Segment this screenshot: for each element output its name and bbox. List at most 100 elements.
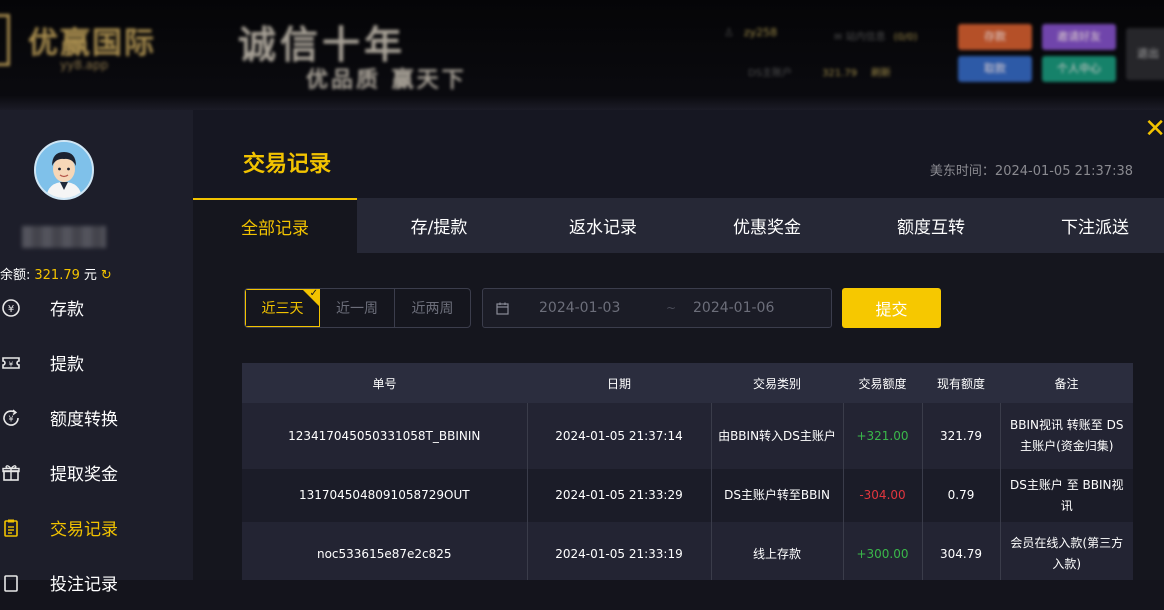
end-date-field[interactable]: 2024-01-06 xyxy=(693,300,803,316)
sidebar-item-label: 投注记录 xyxy=(50,575,118,595)
header-balance-label: DS主账户 xyxy=(748,68,793,79)
cell-balance: 0.79 xyxy=(922,469,1001,522)
ticket-icon: ¥ xyxy=(0,352,22,374)
bet-icon xyxy=(0,572,22,594)
col-date: 日期 xyxy=(527,363,711,403)
messages-label: 站内信息 xyxy=(845,32,886,43)
col-amount: 交易额度 xyxy=(843,363,922,403)
sidebar-item-bets[interactable]: 投注记录 xyxy=(0,555,193,610)
tab-rebate[interactable]: 返水记录 xyxy=(521,198,685,253)
header-balance: DS主账户 321.79 刷新 xyxy=(748,64,891,79)
messages-count: (0/0) xyxy=(893,32,918,43)
start-date-field[interactable]: 2024-01-03 xyxy=(539,300,649,316)
close-icon[interactable]: ✕ xyxy=(1144,116,1164,142)
range-3-days[interactable]: 近三天 ✓ xyxy=(245,289,320,327)
table-row: 123417045050331058T_BBININ 2024-01-05 21… xyxy=(242,403,1133,469)
cell-note: DS主账户 至 BBIN视讯 xyxy=(1000,469,1133,522)
header-refresh-link[interactable]: 刷新 xyxy=(871,68,891,79)
date-separator: ~ xyxy=(665,301,677,315)
site-logo-sub: yy8.app xyxy=(60,58,109,72)
header-messages[interactable]: ✉ 站内信息 (0/0) xyxy=(834,28,917,43)
calendar-icon xyxy=(495,301,509,315)
avatar xyxy=(34,140,94,200)
tab-deposit-withdraw[interactable]: 存/提款 xyxy=(357,198,521,253)
sidebar-item-label: 存款 xyxy=(50,300,84,320)
header-user: ♙ zy258 xyxy=(724,26,777,39)
site-header: 优赢国际 yy8.app 诚信十年 优品质 赢天下 ♙ zy258 ✉ 站内信息 (… xyxy=(0,0,1164,108)
sidebar-item-label: 交易记录 xyxy=(50,520,118,540)
account-sidebar: 余额: 321.79 元 ↻ ¥ 存款 ¥ 提款 ¥ 额度转换 提取奖金 交易记… xyxy=(0,110,193,595)
eastern-time: 美东时间：2024-01-05 21:37:38 xyxy=(929,164,1133,179)
header-logout-button[interactable]: 退出 xyxy=(1126,28,1164,80)
cell-amount: +321.00 xyxy=(843,403,923,469)
table-header-row: 单号 日期 交易类别 交易额度 现有额度 备注 xyxy=(242,363,1133,403)
check-icon: ✓ xyxy=(309,288,318,299)
slogan-line-1: 诚信十年 xyxy=(238,22,407,67)
cell-balance: 321.79 xyxy=(922,403,1001,469)
header-deposit-button[interactable]: 存款 xyxy=(958,24,1032,50)
record-tabs: 全部记录 存/提款 返水记录 优惠奖金 额度互转 下注派送 xyxy=(193,198,1164,253)
user-icon: ♙ xyxy=(724,26,734,39)
cell-order-id: 123417045050331058T_BBININ xyxy=(242,403,528,469)
sidebar-item-transfer[interactable]: ¥ 额度转换 xyxy=(0,390,193,445)
cell-type: 由BBIN转入DS主账户 xyxy=(711,403,844,469)
col-type: 交易类别 xyxy=(711,363,843,403)
tab-bet-payout[interactable]: 下注派送 xyxy=(1013,198,1164,253)
exchange-icon: ¥ xyxy=(0,407,22,429)
tab-bonus[interactable]: 优惠奖金 xyxy=(685,198,849,253)
range-2-weeks[interactable]: 近两周 xyxy=(395,289,470,327)
cell-order-id: noc533615e87e2c825 xyxy=(242,522,528,580)
page-title: 交易记录 xyxy=(243,152,332,177)
yen-coin-icon: ¥ xyxy=(0,297,22,319)
svg-text:¥: ¥ xyxy=(9,360,14,368)
sidebar-item-label: 提款 xyxy=(50,355,84,375)
sidebar-item-label: 额度转换 xyxy=(50,410,118,430)
header-balance-value: 321.79 xyxy=(822,68,858,79)
range-label: 近两周 xyxy=(411,301,454,317)
header-profile-button[interactable]: 个人中心 xyxy=(1042,56,1116,82)
sidebar-item-withdraw[interactable]: ¥ 提款 xyxy=(0,335,193,390)
username-blurred xyxy=(22,226,106,248)
cell-date: 2024-01-05 21:37:14 xyxy=(527,403,712,469)
sidebar-item-label: 提取奖金 xyxy=(50,465,118,485)
sidebar-item-bonus[interactable]: 提取奖金 xyxy=(0,445,193,500)
transaction-table: 单号 日期 交易类别 交易额度 现有额度 备注 1234170450503310… xyxy=(242,363,1133,580)
header-invite-button[interactable]: 邀请好友 xyxy=(1042,24,1116,50)
slogan-line-2: 优品质 赢天下 xyxy=(306,67,467,93)
message-icon: ✉ xyxy=(834,32,843,43)
panel-header: 交易记录 美东时间：2024-01-05 21:37:38 ✕ xyxy=(193,110,1164,198)
table-row: noc533615e87e2c825 2024-01-05 21:33:19 线… xyxy=(242,522,1133,580)
cell-type: 线上存款 xyxy=(711,522,844,580)
tab-transfer[interactable]: 额度互转 xyxy=(849,198,1013,253)
header-shadow xyxy=(0,96,1164,110)
col-balance: 现有额度 xyxy=(922,363,1000,403)
quick-range-group: 近三天 ✓ 近一周 近两周 xyxy=(244,288,471,328)
cell-date: 2024-01-05 21:33:19 xyxy=(527,522,712,580)
cell-note: 会员在线入款(第三方入款) xyxy=(1000,522,1133,580)
submit-button[interactable]: 提交 xyxy=(842,288,941,328)
filter-bar: 近三天 ✓ 近一周 近两周 2024-01-03 ~ 2024-01-06 提交 xyxy=(244,288,941,328)
sidebar-item-deposit[interactable]: ¥ 存款 xyxy=(0,280,193,335)
col-note: 备注 xyxy=(1000,363,1133,403)
transaction-panel: 交易记录 美东时间：2024-01-05 21:37:38 ✕ 全部记录 存/提… xyxy=(193,110,1164,580)
table-row: 1317045048091058729OUT 2024-01-05 21:33:… xyxy=(242,469,1133,522)
range-label: 近三天 xyxy=(261,301,304,317)
tab-all-records[interactable]: 全部记录 xyxy=(193,198,357,253)
svg-text:¥: ¥ xyxy=(8,304,14,315)
site-logo[interactable]: 优赢国际 xyxy=(28,18,156,62)
date-range-picker[interactable]: 2024-01-03 ~ 2024-01-06 xyxy=(482,288,832,328)
cell-amount: -304.00 xyxy=(843,469,923,522)
cell-amount: +300.00 xyxy=(843,522,923,580)
header-username: zy258 xyxy=(743,26,778,39)
sidebar-menu: ¥ 存款 ¥ 提款 ¥ 额度转换 提取奖金 交易记录 投注记录 xyxy=(0,280,193,610)
logo-mark xyxy=(0,14,10,66)
cell-balance: 304.79 xyxy=(922,522,1001,580)
header-withdraw-button[interactable]: 取款 xyxy=(958,56,1032,82)
range-1-week[interactable]: 近一周 xyxy=(320,289,395,327)
gift-icon xyxy=(0,462,22,484)
sidebar-item-transactions[interactable]: 交易记录 xyxy=(0,500,193,555)
avatar-illustration xyxy=(36,142,92,198)
svg-text:¥: ¥ xyxy=(8,414,13,423)
range-label: 近一周 xyxy=(336,301,378,317)
cell-note: BBIN视讯 转账至 DS主账户(资金归集) xyxy=(1000,403,1133,469)
